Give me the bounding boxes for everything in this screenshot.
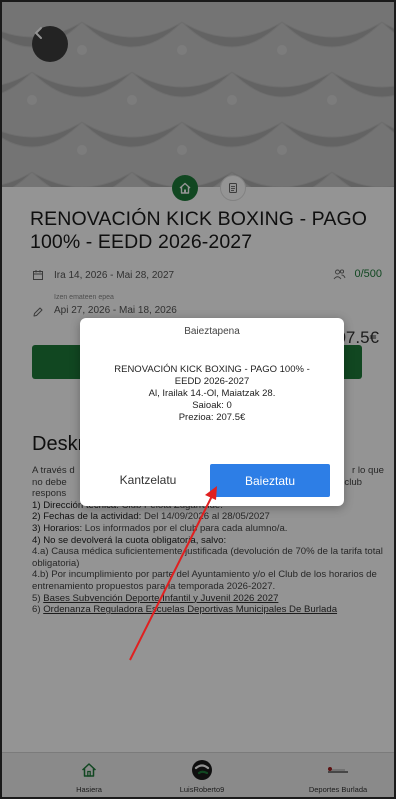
app-screen: RENOVACIÓN KICK BOXING - PAGO 100% - EED… xyxy=(0,0,396,799)
dialog-line-sessions: Saioak: 0 xyxy=(192,400,232,411)
cancel-button[interactable]: Kantzelatu xyxy=(98,468,198,492)
dialog-line-price: Prezioa: 207.5€ xyxy=(178,412,246,423)
dialog-body: RENOVACIÓN KICK BOXING - PAGO 100% - EED… xyxy=(94,364,330,424)
confirm-button[interactable]: Baieztatu xyxy=(210,464,330,497)
dialog-line-activity: RENOVACIÓN KICK BOXING - PAGO 100% - xyxy=(114,364,310,375)
dialog-line-season: EEDD 2026-2027 xyxy=(174,376,250,387)
dialog-line-schedule: Al, Irailak 14.-Ol, Maiatzak 28. xyxy=(148,388,276,399)
dialog-title: Baieztapena xyxy=(184,326,240,337)
confirmation-dialog: Baieztapena RENOVACIÓN KICK BOXING - PAG… xyxy=(80,318,344,506)
